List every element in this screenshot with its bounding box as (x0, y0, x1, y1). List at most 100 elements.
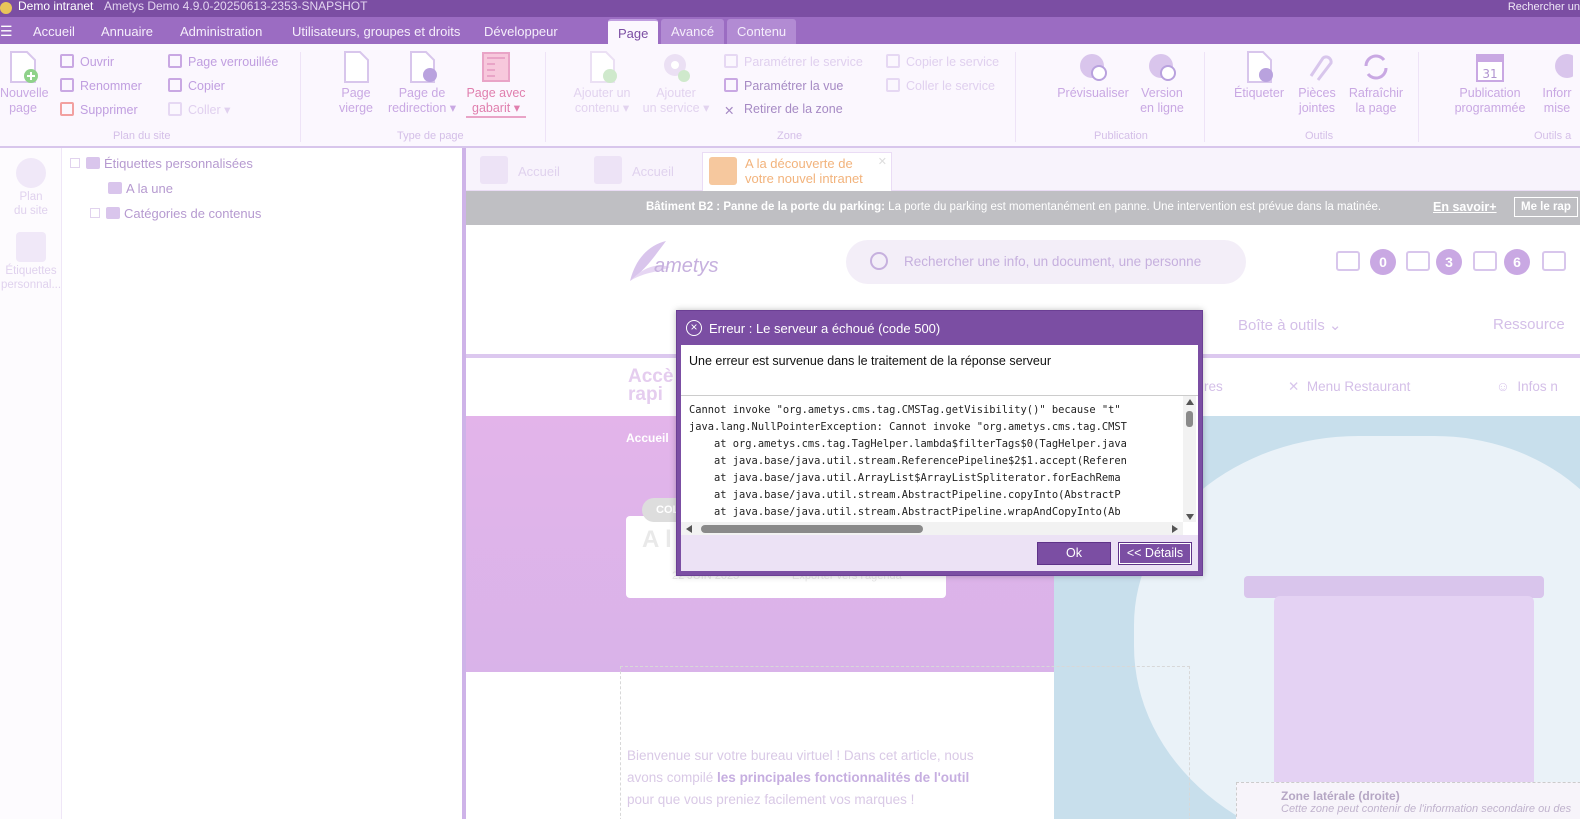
ribbon-separator (545, 52, 546, 142)
site-plan-tool[interactable]: Plan du site (0, 158, 62, 218)
content-tab-discovery[interactable]: A la découverte de votre nouvel intranet … (702, 152, 892, 191)
mail-badge: 6 (1504, 249, 1530, 275)
config-service-button[interactable]: Paramétrer le service (724, 54, 863, 69)
tag-button[interactable]: Étiqueter (1230, 50, 1288, 101)
paste-icon (886, 78, 900, 92)
paste-icon (168, 102, 182, 116)
learn-more-link[interactable]: En savoir+ (1433, 200, 1497, 214)
expand-icon[interactable] (90, 208, 100, 218)
copy-icon (168, 78, 182, 92)
ok-button[interactable]: Ok (1037, 542, 1111, 565)
tab-contenu[interactable]: Contenu (727, 19, 797, 44)
paste-button[interactable]: Coller ▾ (168, 102, 230, 117)
quick-item-infos[interactable]: ☺ Infos n (1496, 379, 1558, 394)
tags-icon (86, 157, 100, 169)
error-icon: × (686, 320, 702, 336)
details-button[interactable]: << Détails (1118, 542, 1192, 565)
close-tab-icon[interactable]: ✕ (878, 155, 887, 168)
add-service-button[interactable]: Ajouter un service ▾ (642, 50, 710, 116)
tags-tool[interactable]: Étiquettes personnal... (0, 232, 62, 292)
utensils-icon: ✕ (1288, 379, 1300, 394)
dialog-title: Erreur : Le serveur a échoué (code 500) (709, 321, 941, 336)
article-paragraph: Bienvenue sur votre bureau virtuel ! Dan… (627, 748, 974, 807)
global-search[interactable]: Rechercher un (1508, 1, 1580, 13)
book-icon[interactable] (1336, 251, 1360, 271)
rename-icon (60, 78, 74, 92)
palette-icon (724, 78, 738, 92)
announcement-badge: 3 (1436, 249, 1462, 275)
breadcrumb[interactable]: Accueil (626, 431, 669, 445)
calendar-icon[interactable] (1542, 251, 1566, 271)
collapse-icon[interactable] (70, 158, 80, 168)
remind-me-button[interactable]: Me le rap (1514, 197, 1578, 217)
template-page-button[interactable]: Page avec gabarit ▾ (466, 50, 526, 118)
page-icon (594, 156, 622, 184)
content-tab-accueil-1[interactable]: Accueil (480, 152, 584, 191)
menu-item-annuaire[interactable]: Annuaire (101, 24, 153, 39)
copy-icon (886, 54, 900, 68)
nav-toolbox[interactable]: Boîte à outils ⌄ (1238, 316, 1341, 334)
preview-button[interactable]: Prévisualiser (1056, 50, 1130, 101)
tree-node-a-la-une[interactable]: A la une (108, 181, 173, 196)
tree-node-root[interactable]: Étiquettes personnalisées (70, 156, 253, 171)
content-tab-accueil-2[interactable]: Accueil (594, 152, 694, 191)
scroll-thumb[interactable] (701, 525, 923, 533)
scroll-down-icon[interactable] (1186, 514, 1194, 520)
megaphone-icon[interactable] (1406, 251, 1430, 271)
template-page-icon (709, 157, 737, 185)
ribbon-separator (1204, 52, 1205, 142)
side-zone[interactable]: Zone latérale (droite) Cette zone peut c… (1236, 782, 1580, 819)
home-icon (480, 156, 508, 184)
vertical-scrollbar[interactable] (1183, 396, 1196, 522)
horizontal-scrollbar[interactable] (681, 522, 1183, 535)
scheduled-publication-button[interactable]: 31 Publication programmée (1452, 50, 1528, 116)
article-body-zone[interactable]: Bienvenue sur votre bureau virtuel ! Dan… (620, 666, 1190, 819)
remove-from-zone-button[interactable]: ✕ Retirer de la zone (724, 102, 843, 118)
blank-page-button[interactable]: Page vierge (334, 50, 378, 116)
rename-button[interactable]: Renommer (60, 78, 142, 93)
nav-resources[interactable]: Ressource (1493, 316, 1565, 333)
tab-page[interactable]: Page (608, 19, 659, 44)
page-locked-button[interactable]: Page verrouillée (168, 54, 278, 69)
side-zone-title: Zone latérale (droite) (1281, 789, 1400, 803)
menu-item-developer[interactable]: Développeur (484, 24, 558, 39)
preview-globe-icon (1080, 54, 1107, 81)
info-icon (1555, 54, 1573, 78)
menu-item-accueil[interactable]: Accueil (33, 24, 75, 39)
info-update-button[interactable]: Inforr mise (1534, 50, 1580, 116)
scroll-left-icon[interactable] (686, 525, 692, 533)
attachments-button[interactable]: Pièces jointes (1294, 50, 1340, 116)
app-logo-icon (0, 2, 12, 14)
redirect-page-button[interactable]: Page de redirection ▾ (386, 50, 458, 116)
menu-item-administration[interactable]: Administration (180, 24, 262, 39)
mail-icon[interactable] (1473, 251, 1497, 271)
error-details[interactable]: Cannot invoke "org.ametys.cms.tag.CMSTag… (681, 395, 1198, 535)
scroll-right-icon[interactable] (1172, 525, 1178, 533)
open-icon (60, 54, 74, 68)
quick-item-restaurant-menu[interactable]: ✕ Menu Restaurant (1288, 379, 1410, 395)
scroll-thumb[interactable] (1186, 411, 1193, 427)
copy-button[interactable]: Copier (168, 78, 225, 93)
quick-item-resources[interactable]: res (1204, 379, 1223, 394)
site-logo-text: ametys (654, 255, 719, 277)
delete-button[interactable]: Supprimer (60, 102, 138, 117)
add-content-button[interactable]: Ajouter un contenu ▾ (570, 50, 634, 116)
hamburger-menu-icon[interactable]: ☰ (0, 23, 13, 40)
paste-service-button[interactable]: Coller le service (886, 78, 995, 93)
menu-item-users-groups-rights[interactable]: Utilisateurs, groupes et droits (292, 24, 460, 39)
delete-icon (60, 102, 74, 116)
scroll-up-icon[interactable] (1186, 399, 1194, 405)
tree-node-categories[interactable]: Catégories de contenus (90, 206, 261, 221)
article-title: A l (642, 526, 672, 553)
blank-page-icon (344, 51, 369, 83)
new-page-button[interactable]: Nouvelle page (0, 50, 49, 116)
tab-avance[interactable]: Avancé (661, 19, 725, 44)
config-view-button[interactable]: Paramétrer la vue (724, 78, 843, 93)
open-button[interactable]: Ouvrir (60, 54, 114, 69)
copy-service-button[interactable]: Copier le service (886, 54, 999, 69)
online-version-button[interactable]: Version en ligne (1136, 50, 1188, 116)
gear-icon (664, 54, 690, 82)
error-message: Une erreur est survenue dans le traiteme… (681, 345, 1198, 395)
refresh-page-button[interactable]: Rafraîchir la page (1346, 50, 1406, 116)
site-search-input[interactable]: Rechercher une info, un document, une pe… (846, 240, 1246, 284)
